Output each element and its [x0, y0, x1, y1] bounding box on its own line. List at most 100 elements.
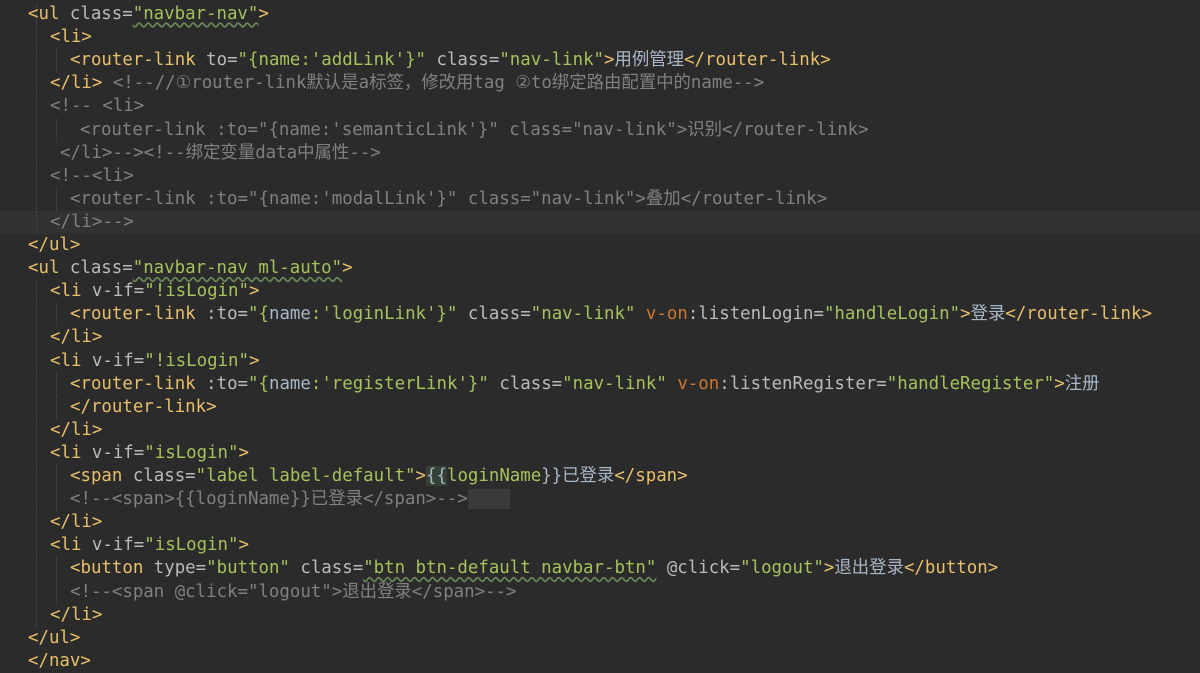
code-token: <router-link: [70, 304, 207, 325]
code-token: :to=: [206, 373, 249, 394]
indent-guide: [36, 488, 37, 512]
code-token: <!--//①router-link默认是a标签，修改用tag ②to绑定路由配…: [102, 73, 765, 94]
code-token: <li>: [50, 27, 92, 48]
code-token: </li>-->: [50, 211, 134, 232]
code-token: {{: [426, 466, 447, 486]
code-line: </li>--><!--绑定变量data中属性-->: [0, 141, 1200, 165]
indent-guide: [36, 326, 37, 350]
code-token: to=: [206, 50, 238, 71]
code-text: </router-link>: [70, 396, 217, 419]
code-token: :to=: [206, 304, 249, 325]
code-token: 用例管理: [614, 50, 685, 71]
code-line: <ul class="navbar-nav">: [0, 3, 1200, 26]
indent-guide: [36, 303, 37, 327]
code-token: >: [238, 535, 249, 556]
indent-guide: [36, 395, 37, 419]
code-text: <router-link :to="{name:'semanticLink'}"…: [80, 119, 869, 142]
code-token: >: [248, 281, 260, 302]
code-token: :listenRegister=: [719, 373, 887, 394]
code-token: :'registerLink'}": [310, 373, 489, 394]
code-text: </li>--><!--绑定变量data中属性-->: [60, 142, 381, 165]
code-token: 登录: [970, 304, 1006, 325]
code-line: <router-link :to="{name:'registerLink'}"…: [0, 372, 1200, 396]
indent-guide: [36, 26, 37, 50]
code-token: v-on: [635, 304, 688, 325]
code-line: <span class="label label-default">{{logi…: [0, 465, 1200, 488]
code-line: </li>: [0, 511, 1200, 535]
code-token: "navbar-nav": [132, 4, 259, 24]
code-token: </ul>: [28, 627, 81, 648]
code-text: <ul class="navbar-nav">: [28, 3, 269, 26]
code-token: </span>: [614, 466, 688, 486]
code-token: >: [604, 50, 615, 71]
code-token: <!--<span @click="logout">退出登录</span>-->: [70, 581, 517, 602]
code-token: </li>: [50, 419, 103, 440]
code-text: <button type="button" class="btn btn-def…: [70, 557, 998, 580]
code-line: <li>: [0, 26, 1200, 50]
code-text: </li>: [50, 604, 102, 627]
code-token: </li>--><!--绑定变量data中属性-->: [60, 142, 381, 163]
code-text: </ul>: [28, 234, 80, 257]
code-text: <li v-if="!isLogin">: [50, 280, 259, 303]
code-text: <!--<li>: [50, 165, 134, 188]
code-token: <router-link: [70, 50, 207, 71]
code-token: </button>: [903, 558, 999, 579]
code-line: <router-link :to="{name:'semanticLink'}"…: [0, 118, 1200, 142]
code-token: </li>: [50, 512, 103, 533]
code-token: <span: [70, 466, 133, 486]
code-token: <li: [50, 535, 92, 556]
code-text: <router-link to="{name:'addLink'}" class…: [70, 49, 831, 72]
code-token: >: [342, 258, 353, 279]
code-token: >: [1054, 373, 1065, 394]
code-token: v-if=: [91, 535, 145, 556]
indent-guide: [36, 580, 37, 604]
indent-guide: [56, 49, 57, 73]
code-token: "{: [248, 373, 269, 394]
indent-guide: [36, 118, 37, 142]
code-token: </ul>: [28, 235, 81, 255]
code-token: type=: [153, 558, 207, 579]
indent-guide: [36, 511, 37, 535]
selection-highlight: [467, 489, 510, 510]
code-editor[interactable]: <ul class="navbar-nav"> <li> <router-link …: [0, 0, 1200, 671]
code-token: class=: [132, 466, 196, 486]
code-line: </nav>: [0, 650, 1200, 673]
code-line: <!-- <li>: [0, 95, 1200, 119]
indent-guide: [36, 280, 37, 304]
code-token: :listenLogin=: [687, 304, 824, 325]
code-text: <router-link :to="{name:'loginLink'}" cl…: [70, 303, 1152, 326]
code-line: </li>: [0, 326, 1200, 350]
indent-guide: [56, 303, 57, 327]
code-text: </nav>: [28, 650, 91, 673]
indent-guide: [36, 418, 37, 442]
code-token: <ul: [28, 258, 70, 279]
code-token: >: [258, 4, 269, 24]
code-text: </li>-->: [50, 211, 134, 234]
code-token: </li>: [50, 73, 103, 94]
code-token: <!--<span>{{loginName}}已登录</span>-->: [70, 489, 468, 510]
code-line: </li>: [0, 418, 1200, 442]
indent-guide: [36, 141, 37, 165]
code-token: "{: [248, 304, 269, 325]
code-token: >: [823, 558, 835, 579]
code-text: <span class="label label-default">{{logi…: [70, 465, 688, 488]
code-token: <ul: [28, 4, 70, 24]
indent-guide: [36, 465, 37, 488]
code-line: <!--<li>: [0, 164, 1200, 188]
code-text: <li v-if="!isLogin">: [50, 350, 259, 373]
code-text: </li> <!--//①router-link默认是a标签，修改用tag ②t…: [50, 72, 764, 95]
code-token: </router-link>: [684, 50, 831, 71]
code-token: loginName: [446, 466, 542, 486]
indent-guide: [36, 603, 37, 627]
code-token: <router-link: [70, 373, 207, 394]
code-token: "button": [206, 558, 290, 579]
indent-guide: [56, 372, 57, 396]
code-line: </li> <!--//①router-link默认是a标签，修改用tag ②t…: [0, 72, 1200, 96]
indent-guide: [56, 557, 57, 581]
code-token: "btn btn-default navbar-btn": [363, 558, 657, 579]
code-text: </li>: [50, 511, 102, 534]
code-text: <router-link :to="{name:'modalLink'}" cl…: [70, 188, 827, 211]
code-token: <!--<li>: [50, 165, 134, 186]
code-token: v-if=: [91, 281, 145, 302]
code-text: <!--<span>{{loginName}}已登录</span>-->: [70, 488, 510, 511]
